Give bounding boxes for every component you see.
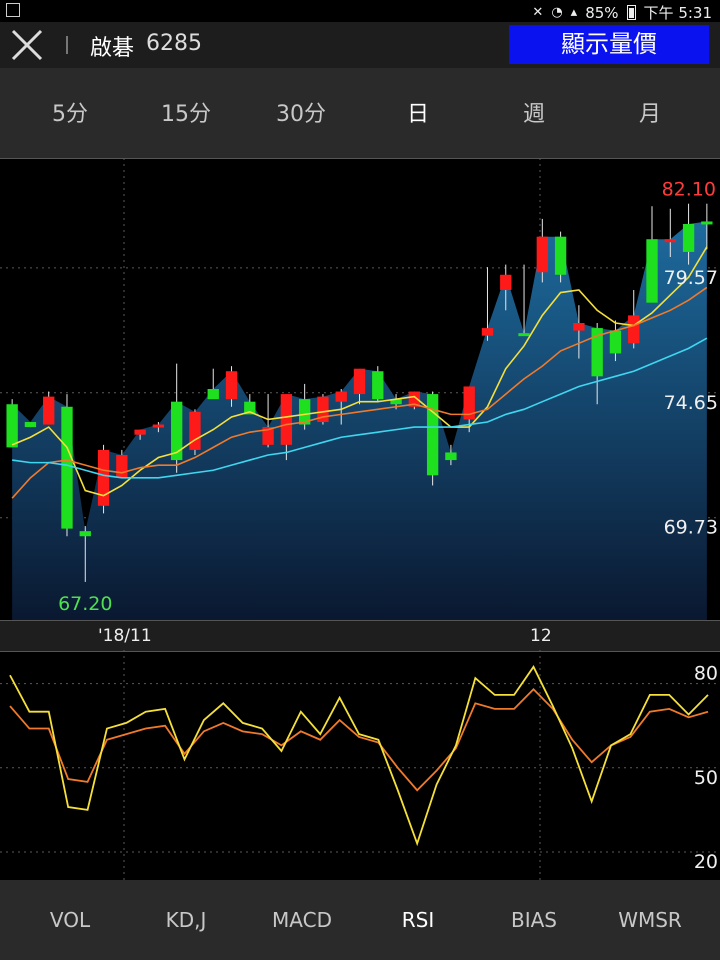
tab-kdj[interactable]: KD,J bbox=[128, 908, 244, 932]
tab-day[interactable]: 日 bbox=[360, 96, 476, 128]
period-tabs: 5分 15分 30分 日 週 月 bbox=[0, 68, 720, 159]
candle-body bbox=[79, 531, 91, 537]
battery-icon bbox=[626, 5, 636, 20]
candle-body bbox=[372, 371, 384, 400]
status-right: ✕ ◔ ▴ 85% 下午 5:31 bbox=[532, 2, 712, 23]
close-icon[interactable] bbox=[10, 28, 44, 62]
candle-body bbox=[609, 330, 622, 354]
candle-body bbox=[335, 391, 347, 402]
candle-body bbox=[426, 394, 439, 476]
candle-body bbox=[682, 224, 695, 252]
header-bar: 啟碁 6285 顯示量價 bbox=[0, 22, 720, 68]
mute-icon: ✕ bbox=[532, 5, 544, 20]
date-label-left: '18/11 bbox=[98, 626, 152, 646]
candle-body bbox=[97, 449, 110, 506]
price-tick-label: 79.57 bbox=[664, 267, 718, 289]
candle-body bbox=[280, 394, 293, 445]
high-price-label: 82.10 bbox=[662, 179, 716, 201]
candle-body bbox=[554, 236, 567, 275]
status-bar: ✕ ◔ ▴ 85% 下午 5:31 bbox=[0, 0, 720, 22]
tab-week[interactable]: 週 bbox=[476, 96, 592, 128]
price-tick-label: 74.65 bbox=[664, 392, 718, 414]
candle-body bbox=[116, 455, 128, 478]
low-price-label: 67.20 bbox=[58, 593, 112, 615]
indicator-tabs: VOL KD,J MACD RSI BIAS WMSR bbox=[0, 880, 720, 960]
date-axis: '18/11 12 bbox=[0, 620, 720, 652]
rsi_fast-line bbox=[9, 665, 709, 847]
candle-body bbox=[43, 396, 55, 425]
header-divider bbox=[66, 36, 68, 54]
rsi-axis: 20 50 80 bbox=[694, 663, 718, 873]
show-quote-button[interactable]: 顯示量價 bbox=[509, 25, 709, 64]
date-label-right: 12 bbox=[530, 626, 552, 646]
candle-body bbox=[701, 221, 713, 225]
candlestick-chart[interactable]: 69.73 74.65 79.57 82.10 67.20 bbox=[0, 158, 720, 620]
rsi-tick-label: 20 bbox=[694, 851, 718, 873]
candle-body bbox=[134, 429, 146, 435]
wifi-icon: ◔ bbox=[551, 5, 563, 20]
tab-wmsr[interactable]: WMSR bbox=[592, 908, 708, 932]
tab-month[interactable]: 月 bbox=[592, 96, 708, 128]
candle-body bbox=[628, 315, 640, 344]
rsi-chart[interactable]: 20 50 80 bbox=[0, 650, 720, 880]
tab-5min[interactable]: 5分 bbox=[12, 96, 128, 128]
price-area bbox=[12, 221, 707, 620]
candle-body bbox=[573, 323, 585, 331]
rsi-grid bbox=[0, 650, 720, 880]
stock-name: 啟碁 bbox=[90, 36, 135, 61]
rsi-tick-label: 50 bbox=[694, 767, 718, 789]
candle-body bbox=[225, 371, 238, 400]
price-tick-label: 69.73 bbox=[664, 517, 718, 539]
clock: 下午 5:31 bbox=[643, 4, 712, 22]
candle-body bbox=[518, 333, 530, 337]
tab-30min[interactable]: 30分 bbox=[243, 96, 359, 128]
tab-rsi[interactable]: RSI bbox=[360, 908, 476, 932]
candle-body bbox=[61, 406, 73, 529]
candle-body bbox=[353, 368, 366, 395]
candle-body bbox=[24, 422, 37, 428]
candle-body bbox=[207, 389, 219, 400]
candle-body bbox=[664, 239, 676, 243]
tab-vol[interactable]: VOL bbox=[12, 908, 128, 932]
tab-bias[interactable]: BIAS bbox=[476, 908, 592, 932]
candle-body bbox=[500, 274, 512, 290]
rsi_slow-line bbox=[9, 687, 709, 792]
rsi-lines bbox=[9, 665, 709, 847]
screenshot-notification-icon bbox=[6, 3, 20, 17]
tab-macd[interactable]: MACD bbox=[244, 908, 360, 932]
candle-body bbox=[445, 452, 457, 461]
tab-15min[interactable]: 15分 bbox=[128, 96, 244, 128]
candle-body bbox=[6, 404, 18, 448]
candle-body bbox=[189, 411, 201, 450]
candle-body bbox=[171, 401, 183, 461]
candle-body bbox=[646, 239, 658, 303]
candle-body bbox=[152, 424, 165, 428]
battery-percent: 85% bbox=[585, 3, 619, 22]
candle-body bbox=[481, 328, 494, 336]
candle-body bbox=[536, 236, 548, 273]
signal-icon: ▴ bbox=[570, 5, 578, 20]
stock-code: 6285 bbox=[146, 31, 202, 56]
rsi-tick-label: 80 bbox=[694, 663, 718, 685]
